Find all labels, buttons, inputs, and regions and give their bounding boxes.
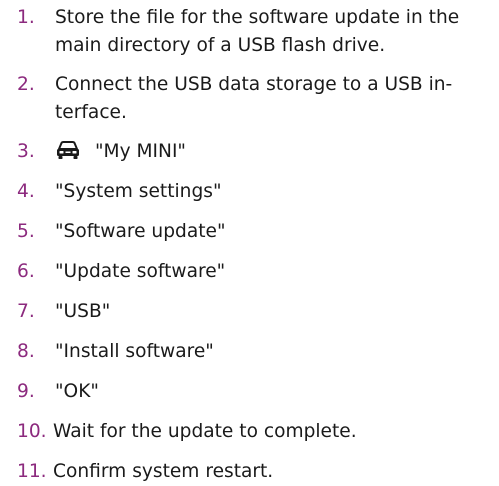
step-5: 5. "Software update" [17, 218, 495, 246]
instruction-list: 1. Store the file for the software updat… [17, 4, 495, 486]
step-text: "My MINI" [95, 141, 186, 162]
step-text: "Install software" [55, 341, 214, 362]
step-number: 3. [17, 141, 35, 162]
step-number: 1. [17, 7, 35, 28]
step-text: "USB" [55, 301, 111, 322]
step-number: 8. [17, 341, 35, 362]
step-number: 7. [17, 301, 35, 322]
step-number: 10. [17, 421, 47, 442]
step-number: 4. [17, 181, 35, 202]
step-11: 11. Confirm system restart. [17, 458, 495, 486]
car-icon [55, 140, 81, 160]
step-text: "Software update" [55, 221, 226, 242]
step-text: Connect the USB data storage to a USB in… [55, 74, 453, 123]
step-text: Wait for the update to complete. [53, 421, 357, 442]
step-10: 10. Wait for the update to complete. [17, 418, 495, 446]
step-4: 4. "System settings" [17, 178, 495, 206]
step-2: 2. Connect the USB data storage to a USB… [17, 71, 495, 127]
step-8: 8. "Install software" [17, 338, 495, 366]
step-text: "System settings" [55, 181, 222, 202]
step-number: 11. [17, 461, 47, 482]
step-text: Store the file for the software update i… [55, 7, 460, 56]
step-3: 3. "My MINI" [17, 138, 495, 166]
step-number: 6. [17, 261, 35, 282]
step-1: 1. Store the file for the software updat… [17, 4, 495, 60]
step-text: "OK" [55, 381, 99, 402]
step-number: 2. [17, 74, 35, 95]
step-text: "Update software" [55, 261, 226, 282]
step-7: 7. "USB" [17, 298, 495, 326]
step-6: 6. "Update software" [17, 258, 495, 286]
step-9: 9. "OK" [17, 378, 495, 406]
step-number: 9. [17, 381, 35, 402]
step-number: 5. [17, 221, 35, 242]
step-text: Confirm system restart. [53, 461, 274, 482]
